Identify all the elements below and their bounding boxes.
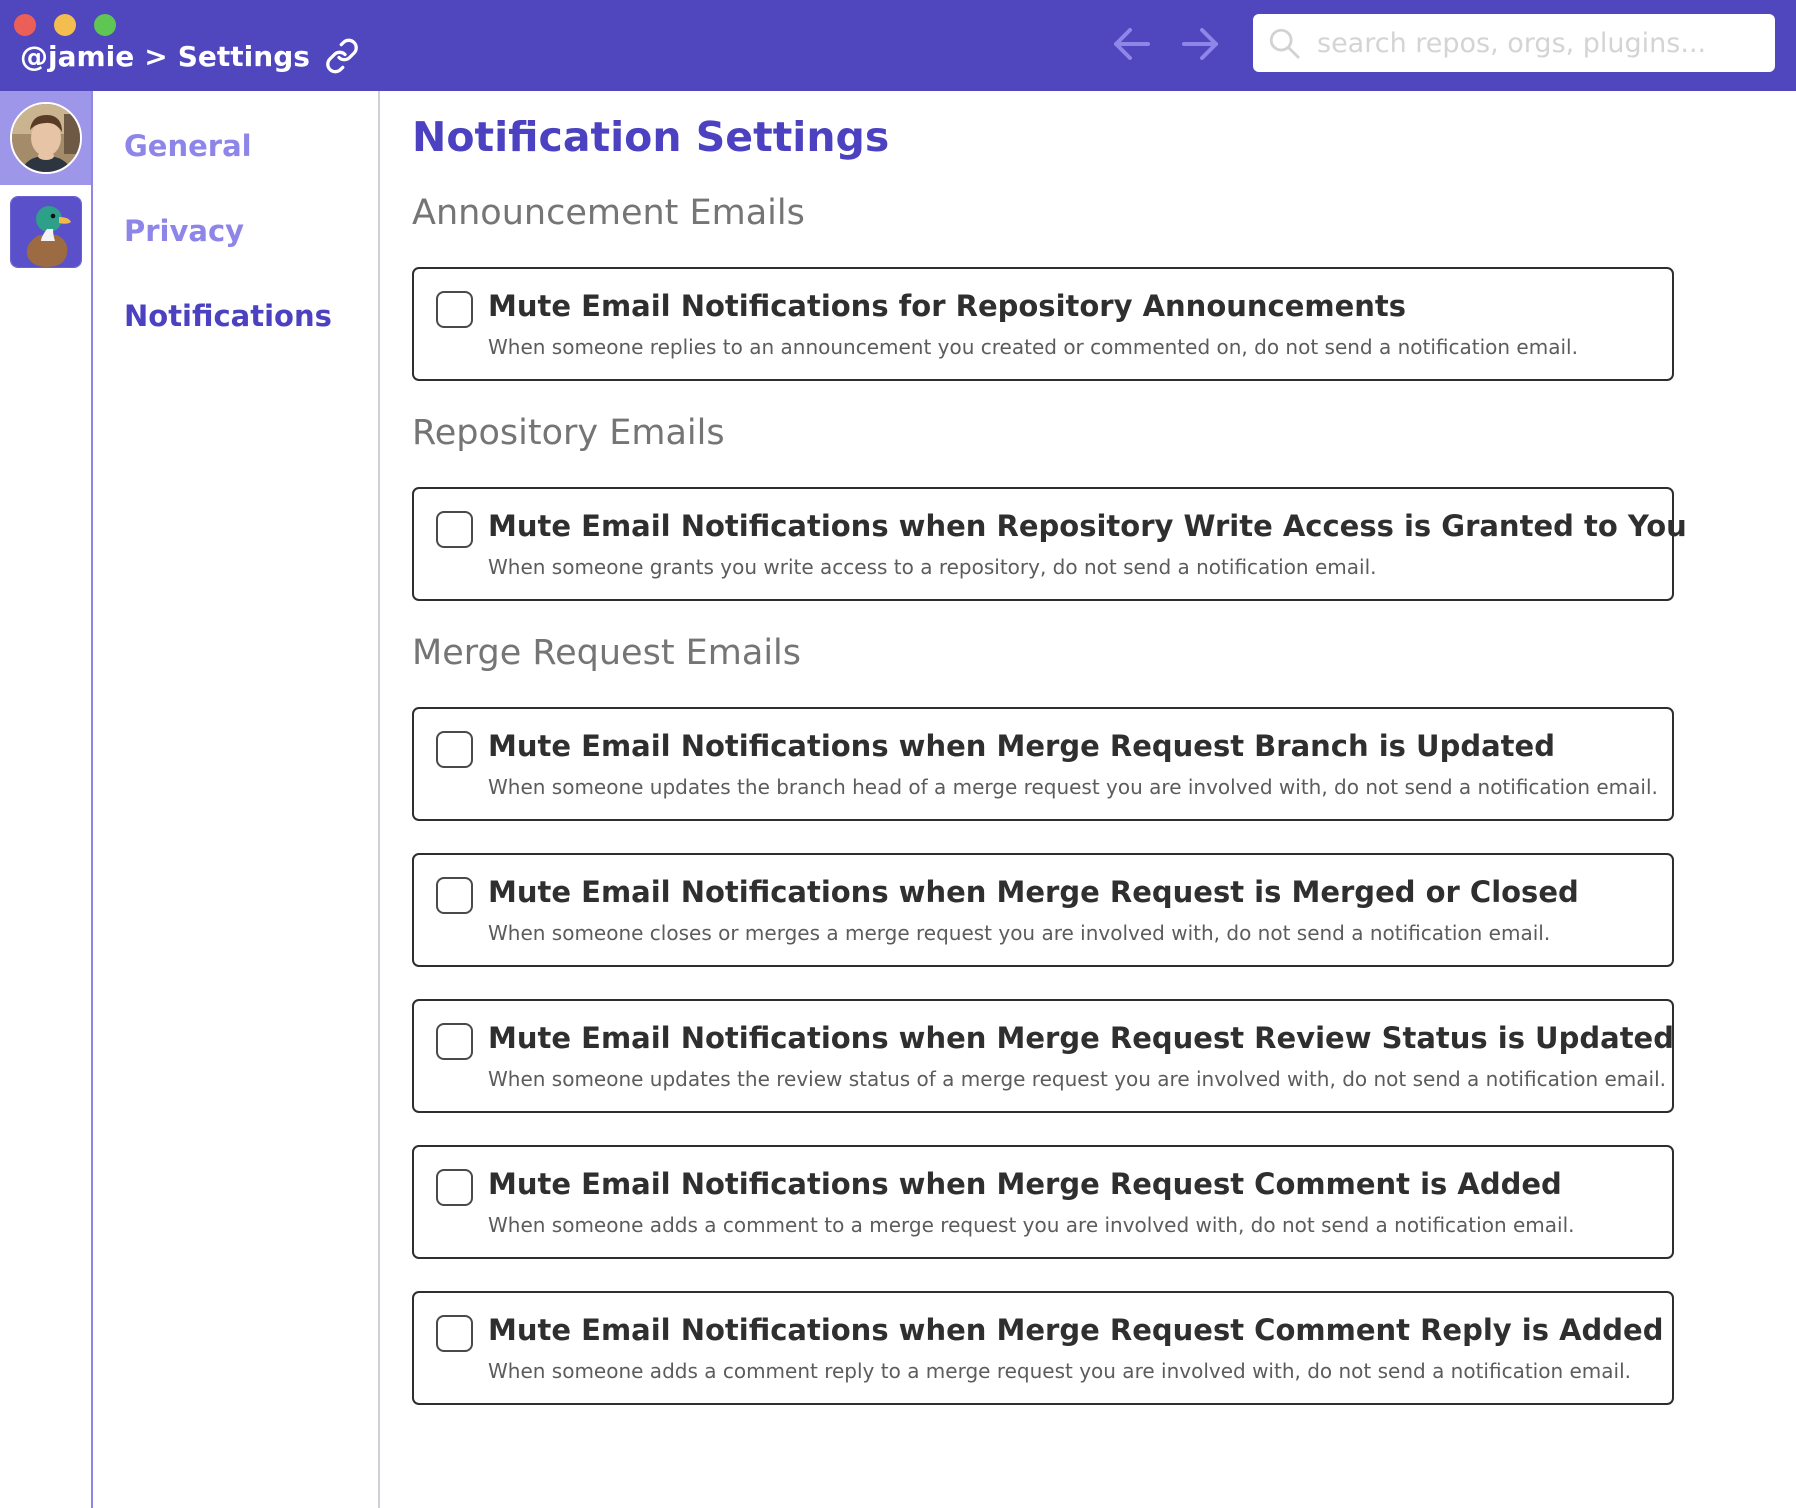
duck-icon xyxy=(9,196,82,268)
settings-nav: General Privacy Notifications xyxy=(93,91,380,1508)
nav-general[interactable]: General xyxy=(124,129,252,163)
setting-card[interactable]: Mute Email Notifications when Merge Requ… xyxy=(412,707,1674,821)
setting-description: When someone adds a comment to a merge r… xyxy=(488,1213,1575,1237)
nav-notifications[interactable]: Notifications xyxy=(124,299,332,333)
nav-privacy[interactable]: Privacy xyxy=(124,214,244,248)
account-rail xyxy=(0,91,93,1508)
link-icon[interactable] xyxy=(324,38,360,74)
setting-label: Mute Email Notifications when Merge Requ… xyxy=(488,875,1579,909)
maximize-window-button[interactable] xyxy=(94,14,116,36)
search-bar[interactable] xyxy=(1253,14,1775,72)
arrow-left-icon[interactable] xyxy=(1110,24,1154,64)
setting-label: Mute Email Notifications for Repository … xyxy=(488,289,1407,323)
mute-checkbox[interactable] xyxy=(436,511,473,548)
section-title-announcement: Announcement Emails xyxy=(412,193,805,233)
setting-label: Mute Email Notifications when Merge Requ… xyxy=(488,1167,1562,1201)
setting-card[interactable]: Mute Email Notifications when Merge Requ… xyxy=(412,999,1674,1113)
setting-label: Mute Email Notifications when Repository… xyxy=(488,509,1687,543)
title-bar: @jamie > Settings xyxy=(0,0,1796,91)
setting-description: When someone updates the branch head of … xyxy=(488,775,1658,799)
setting-label: Mute Email Notifications when Merge Requ… xyxy=(488,1313,1664,1347)
setting-card[interactable]: Mute Email Notifications when Merge Requ… xyxy=(412,1145,1674,1259)
rail-user-account[interactable] xyxy=(0,91,91,185)
section-title-merge-request: Merge Request Emails xyxy=(412,633,802,673)
search-input[interactable] xyxy=(1317,27,1757,59)
search-icon xyxy=(1269,28,1300,59)
mute-checkbox[interactable] xyxy=(436,731,473,768)
mute-checkbox[interactable] xyxy=(436,877,473,914)
breadcrumb-separator: > xyxy=(144,39,168,73)
setting-description: When someone closes or merges a merge re… xyxy=(488,921,1551,945)
breadcrumb: @jamie > Settings xyxy=(20,36,360,76)
arrow-right-icon[interactable] xyxy=(1178,24,1222,64)
setting-description: When someone grants you write access to … xyxy=(488,555,1377,579)
close-window-button[interactable] xyxy=(14,14,36,36)
mute-checkbox[interactable] xyxy=(436,291,473,328)
page-title: Notification Settings xyxy=(412,113,890,161)
breadcrumb-page: Settings xyxy=(177,39,310,73)
avatar xyxy=(9,102,82,174)
mute-checkbox[interactable] xyxy=(436,1169,473,1206)
setting-label: Mute Email Notifications when Merge Requ… xyxy=(488,1021,1674,1055)
setting-label: Mute Email Notifications when Merge Requ… xyxy=(488,729,1555,763)
mute-checkbox[interactable] xyxy=(436,1023,473,1060)
setting-description: When someone adds a comment reply to a m… xyxy=(488,1359,1632,1383)
breadcrumb-user[interactable]: @jamie xyxy=(20,40,134,73)
setting-card[interactable]: Mute Email Notifications when Merge Requ… xyxy=(412,853,1674,967)
setting-card[interactable]: Mute Email Notifications when Merge Requ… xyxy=(412,1291,1674,1405)
setting-description: When someone replies to an announcement … xyxy=(488,335,1578,359)
main-content: Notification Settings Announcement Email… xyxy=(412,91,1796,1508)
section-title-repository: Repository Emails xyxy=(412,413,725,453)
mute-checkbox[interactable] xyxy=(436,1315,473,1352)
setting-card[interactable]: Mute Email Notifications when Repository… xyxy=(412,487,1687,601)
minimize-window-button[interactable] xyxy=(54,14,76,36)
rail-org-account[interactable] xyxy=(0,185,91,279)
setting-card[interactable]: Mute Email Notifications for Repository … xyxy=(412,267,1674,381)
setting-description: When someone updates the review status o… xyxy=(488,1067,1667,1091)
